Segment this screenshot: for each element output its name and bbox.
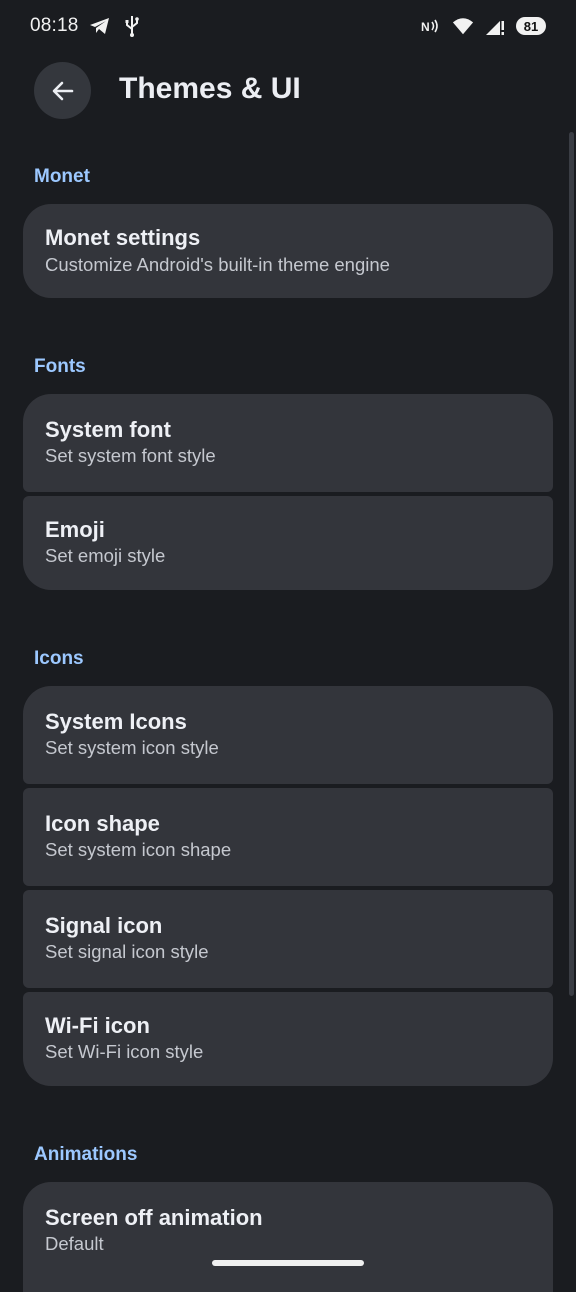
- gesture-nav-handle[interactable]: [212, 1260, 364, 1266]
- setting-item-system-font[interactable]: System font Set system font style: [23, 394, 553, 492]
- setting-item-screen-off-animation[interactable]: Screen off animation Default: [23, 1182, 553, 1292]
- setting-subtitle: Set system icon shape: [45, 839, 232, 860]
- battery-icon: 81: [516, 17, 546, 35]
- signal-icon: [484, 15, 506, 37]
- setting-subtitle: Customize Android's built-in theme engin…: [45, 254, 390, 275]
- setting-subtitle: Set Wi-Fi icon style: [45, 1041, 204, 1062]
- telegram-icon: [89, 15, 111, 37]
- section-label-fonts: Fonts: [34, 356, 86, 377]
- scrollbar[interactable]: [569, 132, 574, 996]
- setting-subtitle: Set emoji style: [45, 545, 166, 566]
- top-app-bar: Themes & UI: [0, 62, 576, 120]
- section-label-monet: Monet: [34, 166, 90, 187]
- setting-item-system-icons[interactable]: System Icons Set system icon style: [23, 686, 553, 784]
- setting-title: System font: [45, 417, 171, 442]
- setting-title: Screen off animation: [45, 1205, 263, 1230]
- section-label-animations: Animations: [34, 1144, 138, 1165]
- setting-item-signal-icon[interactable]: Signal icon Set signal icon style: [23, 890, 553, 988]
- usb-icon: [121, 15, 143, 37]
- back-arrow-icon: [50, 78, 76, 104]
- setting-title: Emoji: [45, 517, 105, 542]
- setting-title: Icon shape: [45, 811, 160, 836]
- setting-title: Wi-Fi icon: [45, 1013, 150, 1038]
- svg-text:N: N: [421, 20, 430, 34]
- setting-subtitle: Set signal icon style: [45, 941, 209, 962]
- setting-title: Signal icon: [45, 913, 163, 938]
- setting-item-monet-settings[interactable]: Monet settings Customize Android's built…: [23, 204, 553, 298]
- setting-item-emoji[interactable]: Emoji Set emoji style: [23, 496, 553, 590]
- status-right: N 81: [420, 15, 546, 37]
- page-title: Themes & UI: [119, 72, 301, 105]
- setting-title: System Icons: [45, 709, 187, 734]
- setting-item-icon-shape[interactable]: Icon shape Set system icon shape: [23, 788, 553, 886]
- status-time: 08:18: [30, 15, 79, 36]
- status-bar: 08:18 N 81: [0, 0, 576, 52]
- setting-subtitle: Set system font style: [45, 445, 216, 466]
- setting-subtitle: Default: [45, 1233, 104, 1254]
- setting-item-wifi-icon[interactable]: Wi-Fi icon Set Wi-Fi icon style: [23, 992, 553, 1086]
- setting-title: Monet settings: [45, 225, 201, 250]
- wifi-icon: [452, 15, 474, 37]
- nfc-icon: N: [420, 15, 442, 37]
- setting-subtitle: Set system icon style: [45, 737, 219, 758]
- back-button[interactable]: [34, 62, 91, 119]
- section-label-icons: Icons: [34, 648, 84, 669]
- status-left: 08:18: [30, 15, 143, 37]
